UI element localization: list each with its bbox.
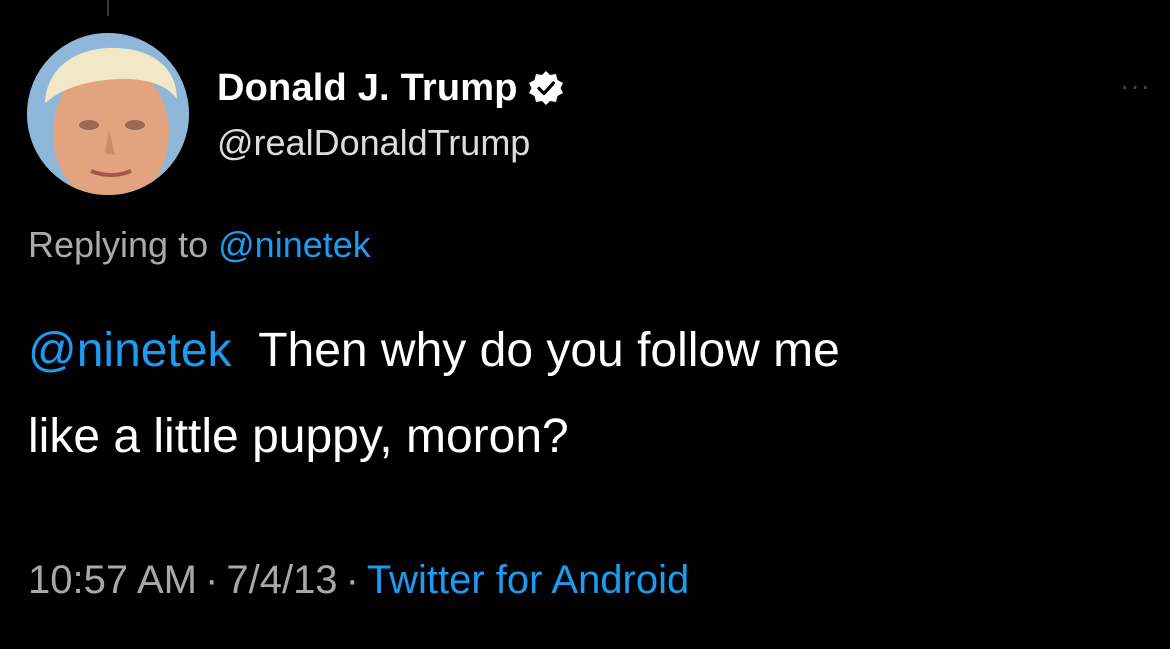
replying-to-mention-link[interactable]: @ninetek — [218, 224, 371, 265]
thread-connector-line — [107, 0, 109, 16]
tweet-mention-link[interactable]: @ninetek — [28, 324, 232, 377]
author-name-row[interactable]: Donald J. Trump — [217, 64, 564, 112]
tweet-time[interactable]: 10:57 AM — [28, 558, 197, 602]
replying-to-line: Replying to @ninetek — [28, 224, 371, 266]
meta-separator: · — [205, 558, 219, 602]
ellipsis-icon[interactable]: ··· — [1120, 70, 1151, 102]
tweet-meta: 10:57 AM · 7/4/13 · Twitter for Android — [28, 558, 689, 603]
tweet-source-link[interactable]: Twitter for Android — [367, 558, 689, 602]
author-display-name[interactable]: Donald J. Trump — [217, 67, 518, 110]
tweet-body: @ninetek Then why do you follow me like … — [28, 308, 1148, 480]
meta-separator-2: · — [345, 558, 359, 602]
tweet-line-1: @ninetek Then why do you follow me — [28, 308, 1148, 394]
tweet-text-line-1: Then why do you follow me — [258, 324, 840, 377]
verified-badge-icon — [528, 70, 564, 106]
replying-to-prefix: Replying to — [28, 224, 209, 265]
avatar[interactable] — [27, 33, 189, 195]
author-handle[interactable]: @realDonaldTrump — [217, 122, 530, 164]
tweet-date[interactable]: 7/4/13 — [226, 558, 337, 602]
profile-photo-icon — [27, 33, 189, 195]
tweet-line-2: like a little puppy, moron? — [28, 410, 569, 463]
